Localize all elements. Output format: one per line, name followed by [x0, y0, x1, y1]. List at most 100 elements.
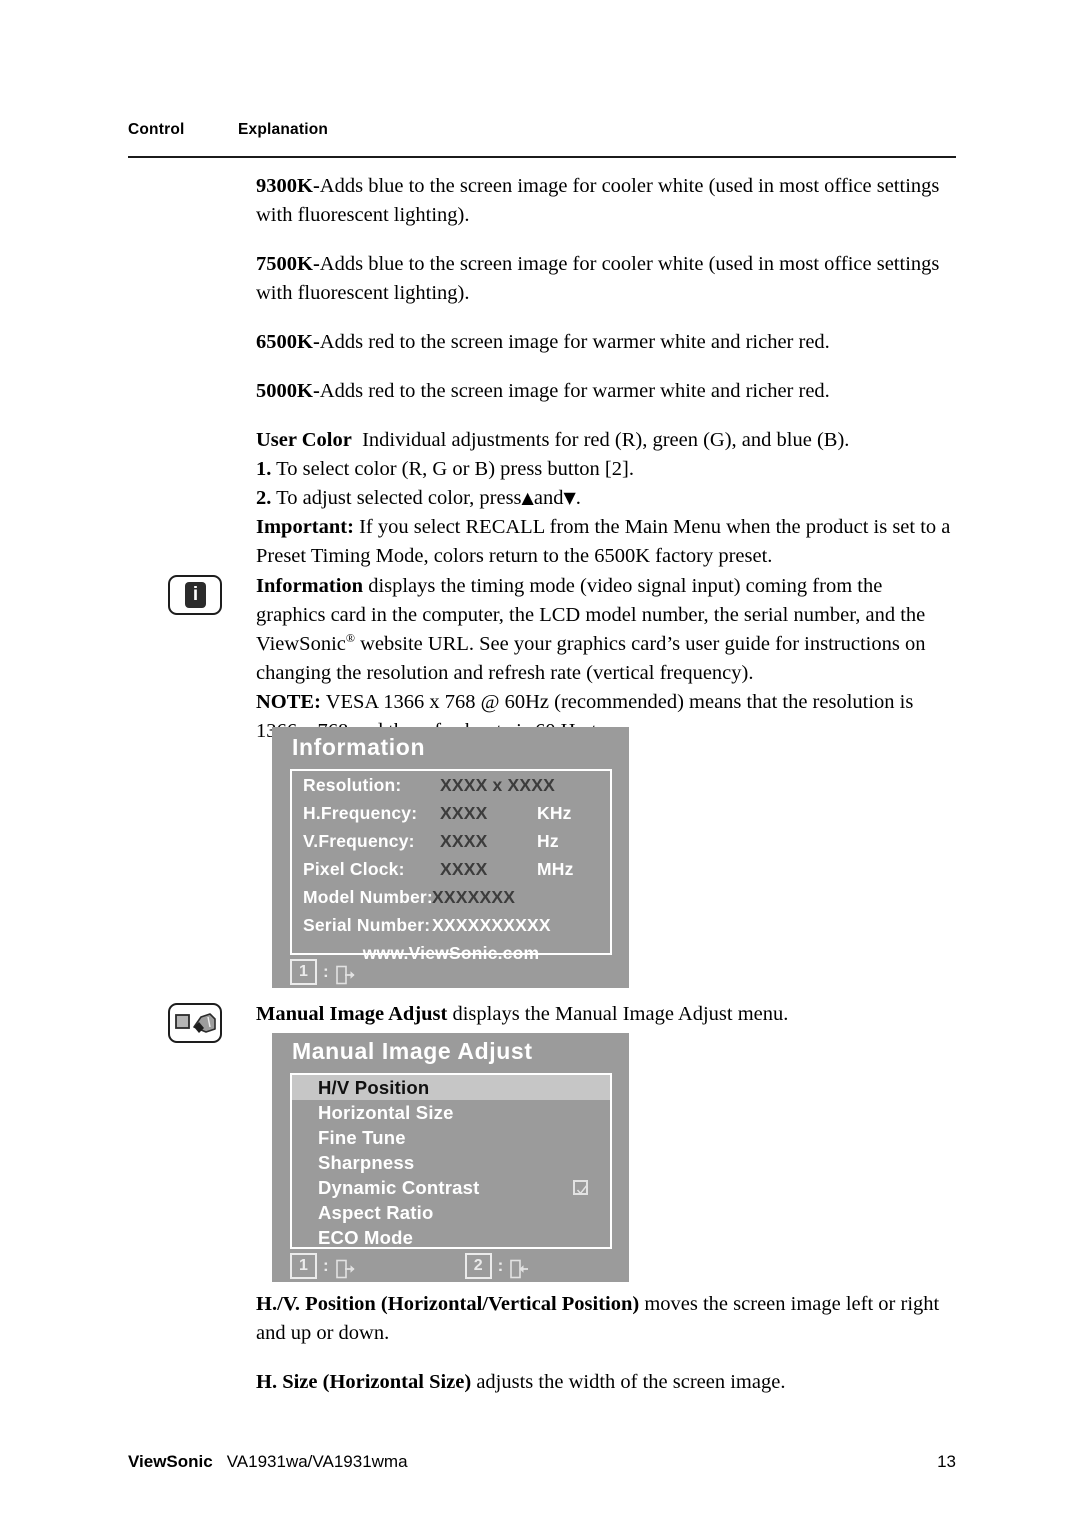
- osd-info-row: Model Number: XXXXXXX: [292, 883, 610, 911]
- osd-menu-rows: H/V Position Horizontal Size Fine Tune Shar…: [290, 1073, 612, 1249]
- osd-info-row: V.Frequency: XXXX Hz: [292, 827, 610, 855]
- osd-info-row-label: Serial Number:: [303, 915, 431, 935]
- osd-menu-item[interactable]: Dynamic Contrast: [292, 1175, 610, 1200]
- osd-key-separator: :: [323, 1256, 329, 1275]
- paragraph-user-color-step-2: 2. To adjust selected color, press▲and▼.: [256, 484, 956, 513]
- text-h-size: adjusts the width of the screen image.: [476, 1371, 786, 1393]
- osd-menu-item[interactable]: H/V Position: [292, 1075, 610, 1100]
- explanation-column: 9300K-Adds blue to the screen image for …: [256, 172, 956, 571]
- osd-info-row: Resolution: XXXX x XXXX: [292, 771, 610, 799]
- osd-information-rows: Resolution: XXXX x XXXX H.Frequency: XXXX KH…: [290, 769, 612, 963]
- osd-menu-item-label: Aspect Ratio: [318, 1202, 434, 1223]
- osd-info-row-unit: Hz: [537, 831, 559, 851]
- osd-info-row-label: Model Number:: [303, 887, 433, 907]
- osd-menu-item[interactable]: ECO Mode: [292, 1225, 610, 1250]
- label-note: NOTE:: [256, 691, 321, 713]
- paragraph-9300k: 9300K-Adds blue to the screen image for …: [256, 172, 956, 230]
- osd-info-row-unit: KHz: [537, 803, 572, 823]
- label-h-size: H. Size (Horizontal Size): [256, 1371, 472, 1393]
- text-5000k: Adds red to the screen image for warmer …: [319, 380, 830, 402]
- osd-key-1[interactable]: 1: [290, 959, 317, 985]
- label-manual-image-adjust: Manual Image Adjust: [256, 1003, 448, 1025]
- osd-info-row-label: V.Frequency:: [303, 831, 415, 851]
- checkbox-checked-icon[interactable]: [573, 1180, 589, 1195]
- osd-menu-item[interactable]: Aspect Ratio: [292, 1200, 610, 1225]
- text-information-b: website URL. See your graphics card’s us…: [256, 633, 926, 684]
- osd-info-row-value: XXXX: [440, 803, 488, 823]
- information-icon-box: i: [185, 582, 206, 608]
- osd-info-row-label: H.Frequency:: [303, 803, 418, 823]
- osd-info-row-value: XXXX: [440, 831, 488, 851]
- osd-manual-image-adjust-title: Manual Image Adjust: [292, 1038, 533, 1064]
- osd-info-row: H.Frequency: XXXX KHz: [292, 799, 610, 827]
- osd-manual-image-adjust-panel: Manual Image Adjust H/V Position Horizont…: [272, 1033, 629, 1282]
- label-important: Important:: [256, 516, 354, 538]
- osd-key-separator: :: [323, 962, 329, 981]
- step-2-text-a: To adjust selected color, press: [276, 487, 522, 509]
- osd-footer-item-1: 1 :: [290, 1253, 357, 1279]
- paragraph-user-color: User Color Individual adjustments for re…: [256, 426, 956, 455]
- paragraph-5000k: 5000K-Adds red to the screen image for w…: [256, 377, 956, 406]
- exit-door-right-icon: [335, 964, 357, 986]
- enter-door-left-icon: [509, 1258, 531, 1280]
- text-9300k: Adds blue to the screen image for cooler…: [256, 175, 940, 226]
- step-2-text-b: and: [533, 487, 564, 509]
- osd-key-2[interactable]: 2: [464, 1253, 492, 1279]
- osd-key-1[interactable]: 1: [290, 1253, 317, 1279]
- page-number: 13: [937, 1452, 956, 1471]
- exit-door-right-icon: [335, 1258, 357, 1280]
- information-icon: i: [168, 575, 222, 615]
- osd-info-row: Pixel Clock: XXXX MHz: [292, 855, 610, 883]
- paragraph-important: Important: If you select RECALL from the…: [256, 513, 956, 571]
- osd-info-row-value: XXXXXXX: [432, 887, 516, 907]
- table-column-header: Control Explanation: [128, 121, 956, 139]
- column-header-control: Control: [128, 121, 185, 138]
- paragraph-6500k: 6500K-Adds red to the screen image for w…: [256, 328, 956, 357]
- osd-menu-item-label: H/V Position: [318, 1077, 430, 1098]
- manual-image-adjust-icon: [168, 1003, 222, 1043]
- manual-image-adjust-section: Manual Image Adjust displays the Manual …: [256, 1000, 956, 1029]
- osd-key-separator: :: [497, 1256, 504, 1275]
- osd-footer-item-2: 2 :: [464, 1253, 532, 1280]
- osd-menu-item[interactable]: Sharpness: [292, 1150, 610, 1175]
- osd-menu-item-label: Fine Tune: [318, 1127, 406, 1148]
- up-triangle-icon: ▲: [521, 488, 534, 507]
- osd-menu-item-label: Horizontal Size: [318, 1102, 454, 1123]
- osd-menu-item[interactable]: Horizontal Size: [292, 1100, 610, 1125]
- label-information: Information: [256, 575, 364, 597]
- document-page: Control Explanation 9300K-Adds blue to th…: [0, 0, 1080, 1528]
- paragraph-7500k: 7500K-Adds blue to the screen image for …: [256, 250, 956, 308]
- trailing-paragraphs: H./V. Position (Horizontal/Vertical Posi…: [256, 1290, 956, 1397]
- osd-menu-item-label: Dynamic Contrast: [318, 1177, 480, 1198]
- osd-menu-item-label: Sharpness: [318, 1152, 415, 1173]
- step-2-number: 2.: [256, 487, 272, 509]
- step-1-number: 1.: [256, 458, 272, 480]
- text-7500k: Adds blue to the screen image for cooler…: [256, 253, 940, 304]
- label-user-color: User Color: [256, 429, 352, 451]
- text-6500k: Adds red to the screen image for warmer …: [319, 331, 830, 353]
- osd-info-row-value: XXXXXXXXXX: [432, 915, 551, 935]
- label-9300k: 9300K-: [256, 175, 320, 197]
- header-divider: [128, 156, 956, 158]
- osd-info-row-label: Pixel Clock:: [303, 859, 405, 879]
- osd-information-panel: Information Resolution: XXXX x XXXX H.Freq…: [272, 727, 629, 988]
- footer-brand: ViewSonic: [128, 1452, 213, 1471]
- osd-manual-image-adjust-footer: 1 : 2 :: [290, 1253, 612, 1279]
- osd-menu-item[interactable]: Fine Tune: [292, 1125, 610, 1150]
- osd-info-row-value: XXXX: [440, 859, 488, 879]
- osd-information-footer: 1 :: [290, 959, 357, 985]
- down-triangle-icon: ▼: [563, 488, 576, 507]
- footer-model: VA1931wa/VA1931wma: [226, 1452, 408, 1471]
- label-6500k: 6500K-: [256, 331, 320, 353]
- label-5000k: 5000K-: [256, 380, 320, 402]
- paragraph-information: Information displays the timing mode (vi…: [256, 572, 956, 688]
- step-1-text: To select color (R, G or B) press button…: [276, 458, 634, 480]
- osd-info-row-label: Resolution:: [303, 775, 402, 795]
- osd-menu-item-label: ECO Mode: [318, 1227, 414, 1248]
- information-section: Information displays the timing mode (vi…: [256, 572, 956, 746]
- osd-info-row-unit: MHz: [537, 859, 574, 879]
- registered-trademark-icon: ®: [345, 631, 355, 646]
- text-user-color: Individual adjustments for red (R), gree…: [362, 429, 850, 451]
- label-hv-position: H./V. Position (Horizontal/Vertical Posi…: [256, 1293, 640, 1315]
- step-2-text-c: .: [575, 487, 581, 509]
